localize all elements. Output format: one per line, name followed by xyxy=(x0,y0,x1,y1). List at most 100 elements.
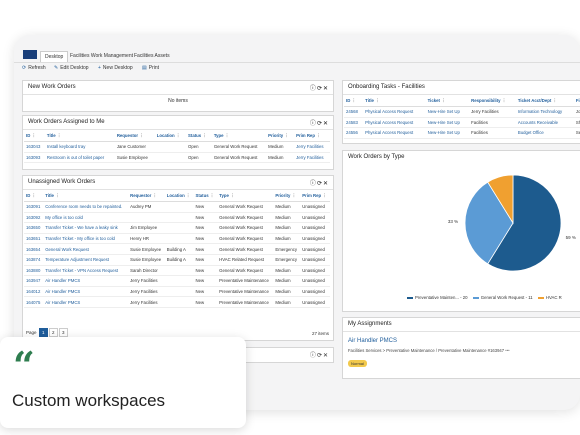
column-menu-icon[interactable]: ⋮ xyxy=(175,133,180,138)
table-cell[interactable]: Physical Access Request xyxy=(363,106,426,118)
table-cell[interactable]: Transfer Ticket - We have a leaky sink xyxy=(43,222,129,234)
column-header[interactable]: Requestor ⋮ xyxy=(114,131,155,142)
column-menu-icon[interactable]: ⋮ xyxy=(30,133,36,138)
column-menu-icon[interactable]: ⋮ xyxy=(209,193,214,198)
table-row[interactable]: 163091 Conference room needs to be repain… xyxy=(24,201,330,213)
table-row[interactable]: 24583 Physical Access Request New-Hire Set… xyxy=(344,117,580,129)
column-header[interactable]: Fir ⋮ xyxy=(573,96,580,107)
close-icon[interactable]: ✕ xyxy=(323,353,329,359)
column-menu-icon[interactable]: ⋮ xyxy=(151,193,157,198)
column-menu-icon[interactable]: ⋮ xyxy=(551,98,556,103)
refresh-button[interactable]: ⟳ Refresh xyxy=(22,65,46,71)
table-cell[interactable]: 164075 xyxy=(24,296,44,308)
table-cell[interactable]: Jerry Facilities xyxy=(294,141,330,153)
table-row[interactable]: 24568 Physical Access Request New-Hire Set… xyxy=(344,106,580,118)
table-cell[interactable]: 163650 xyxy=(24,222,44,234)
column-menu-icon[interactable]: ⋮ xyxy=(56,133,61,138)
table-cell[interactable]: Temperature Adjustment Request xyxy=(43,254,129,266)
table-row[interactable]: 163092 My office is too cold New General Wo… xyxy=(24,212,330,224)
new-desktop-button[interactable]: + New Desktop xyxy=(98,65,133,71)
column-header[interactable]: ID ⋮ xyxy=(344,96,364,107)
table-cell[interactable]: Restroom is out of toilet paper xyxy=(44,152,115,164)
table-cell[interactable]: Budget Office xyxy=(515,127,574,139)
table-cell[interactable]: New-Hire Set Up xyxy=(425,106,470,118)
page-3-button[interactable]: 3 xyxy=(58,328,68,337)
column-menu-icon[interactable]: ⋮ xyxy=(30,193,36,198)
column-menu-icon[interactable]: ⋮ xyxy=(290,193,296,198)
column-header[interactable]: Title ⋮ xyxy=(363,96,426,107)
table-cell[interactable]: 163043 xyxy=(24,141,45,153)
table-cell[interactable]: My office is too cold xyxy=(43,212,129,224)
table-row[interactable]: 163650 Transfer Ticket - We have a leaky … xyxy=(24,222,330,234)
column-header[interactable]: Title ⋮ xyxy=(43,191,129,202)
column-menu-icon[interactable]: ⋮ xyxy=(321,193,326,198)
close-icon[interactable]: ✕ xyxy=(323,121,329,127)
tab-desktop[interactable]: Desktop xyxy=(40,51,69,62)
assignment-title-link[interactable]: Air Handler PMCS xyxy=(348,338,397,344)
column-header[interactable]: Location ⋮ xyxy=(164,191,194,202)
table-cell[interactable]: 24568 xyxy=(344,106,364,118)
column-menu-icon[interactable]: ⋮ xyxy=(185,193,190,198)
table-row[interactable]: 163880 Transfer Ticket - VPN Access Reque… xyxy=(24,265,330,277)
column-header[interactable]: Responsibility ⋮ xyxy=(469,96,516,107)
table-cell[interactable]: 163874 xyxy=(24,254,44,266)
edit-desktop-button[interactable]: ✎ Edit Desktop xyxy=(54,65,89,71)
table-cell[interactable]: 163654 xyxy=(24,243,44,255)
table-row[interactable]: 164075 Air Handler PMCS Jerry Facilities Ne… xyxy=(24,296,330,308)
column-menu-icon[interactable]: ⋮ xyxy=(440,98,445,103)
column-header[interactable]: Status ⋮ xyxy=(186,131,212,142)
table-row[interactable]: 163651 Transfer Ticket - My office is too… xyxy=(24,233,330,245)
column-header[interactable]: Status ⋮ xyxy=(193,191,218,202)
table-cell[interactable]: Jerry Facilities xyxy=(294,152,330,164)
tab-facilities-assets[interactable]: Facilities Assets xyxy=(130,51,174,61)
table-row[interactable]: 163093 Restroom is out of toilet paper Sus… xyxy=(24,152,330,164)
table-cell[interactable]: 163880 xyxy=(24,265,44,277)
table-cell[interactable]: Air Handler PMCS xyxy=(43,286,129,298)
page-2-button[interactable]: 2 xyxy=(48,328,58,337)
table-cell[interactable]: Transfer Ticket - VPN Access Request xyxy=(43,265,129,277)
table-row[interactable]: 164012 Air Handler PMCS Jerry Facilities Ne… xyxy=(24,286,330,298)
column-menu-icon[interactable]: ⋮ xyxy=(224,133,229,138)
column-menu-icon[interactable]: ⋮ xyxy=(138,133,143,138)
table-row[interactable]: 163947 Air Handler PMCS Jerry Facilities Ne… xyxy=(24,275,330,287)
info-icon[interactable]: ⓘ xyxy=(310,121,317,127)
column-menu-icon[interactable]: ⋮ xyxy=(350,98,356,103)
table-cell[interactable]: 24556 xyxy=(344,127,364,139)
column-header[interactable]: Title ⋮ xyxy=(44,131,115,142)
table-row[interactable]: 163874 Temperature Adjustment Request Susi… xyxy=(24,254,330,266)
table-cell[interactable]: General Work Request xyxy=(43,243,129,255)
column-header[interactable]: ID ⋮ xyxy=(24,131,45,142)
column-header[interactable]: Requestor ⋮ xyxy=(128,191,165,202)
info-icon[interactable]: ⓘ xyxy=(310,353,317,359)
table-cell[interactable]: 163093 xyxy=(24,152,45,164)
column-menu-icon[interactable]: ⋮ xyxy=(283,133,288,138)
close-icon[interactable]: ✕ xyxy=(323,181,329,187)
close-icon[interactable]: ✕ xyxy=(323,86,329,92)
table-cell[interactable]: New-Hire Set Up xyxy=(425,117,470,129)
column-menu-icon[interactable]: ⋮ xyxy=(374,98,379,103)
table-row[interactable]: 163043 Install keyboard tray Jane Customer… xyxy=(24,141,330,153)
column-header[interactable]: Priority ⋮ xyxy=(266,131,295,142)
table-cell[interactable]: Transfer Ticket - My office is too cold xyxy=(43,233,129,245)
column-header[interactable]: Ticket Acct/Dept ⋮ xyxy=(515,96,574,107)
column-menu-icon[interactable]: ⋮ xyxy=(501,98,506,103)
table-cell[interactable]: 163092 xyxy=(24,212,44,224)
table-cell[interactable]: Air Handler PMCS xyxy=(43,296,129,308)
column-header[interactable]: Location ⋮ xyxy=(154,131,187,142)
info-icon[interactable]: ⓘ xyxy=(310,181,317,187)
column-header[interactable]: Ticket ⋮ xyxy=(425,96,470,107)
column-header[interactable]: Type ⋮ xyxy=(211,131,267,142)
table-cell[interactable]: 164012 xyxy=(24,286,44,298)
table-cell[interactable]: 163091 xyxy=(24,201,44,213)
table-cell[interactable]: Install keyboard tray xyxy=(44,141,115,153)
column-menu-icon[interactable]: ⋮ xyxy=(54,193,59,198)
table-row[interactable]: 163654 General Work Request Susie Employee… xyxy=(24,243,330,255)
column-header[interactable]: Priority ⋮ xyxy=(273,191,301,202)
column-menu-icon[interactable]: ⋮ xyxy=(315,133,320,138)
table-cell[interactable]: Conference room needs to be repainted. xyxy=(43,201,129,213)
table-cell[interactable]: Air Handler PMCS xyxy=(43,275,129,287)
table-cell[interactable]: Accounts Receivable xyxy=(515,117,574,129)
table-cell[interactable]: Physical Access Request xyxy=(363,117,426,129)
column-menu-icon[interactable]: ⋮ xyxy=(201,133,206,138)
info-icon[interactable]: ⓘ xyxy=(310,86,317,92)
